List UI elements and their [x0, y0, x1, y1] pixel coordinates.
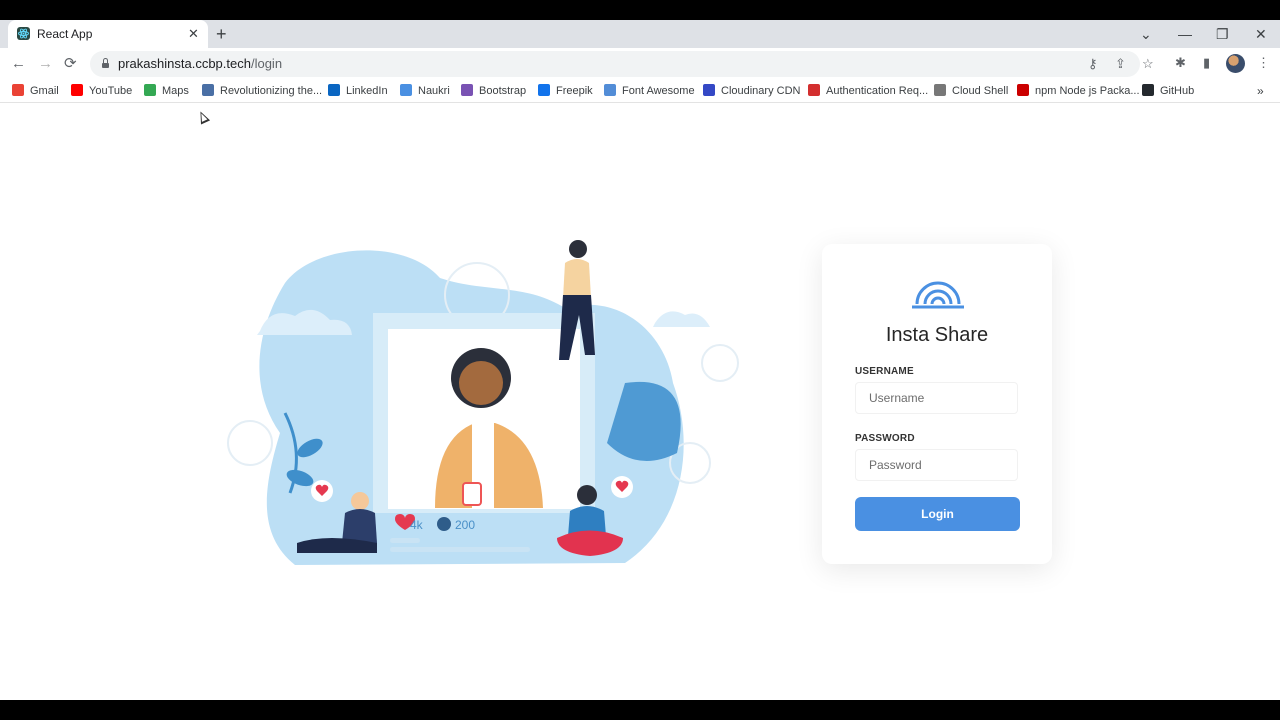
- extensions-icon[interactable]: ✱: [1175, 55, 1186, 71]
- bookmark-cloudinary[interactable]: Cloudinary CDN: [703, 84, 800, 97]
- app-title: Insta Share: [885, 324, 989, 346]
- naukri-icon: [400, 84, 412, 96]
- login-button[interactable]: Login: [855, 497, 1020, 531]
- minimize-icon[interactable]: —: [1178, 24, 1192, 44]
- username-label: USERNAME: [855, 366, 914, 377]
- screen-bottom-border: [0, 700, 1280, 720]
- browser-tab[interactable]: React App ✕: [8, 20, 208, 48]
- bookmark-linkedin[interactable]: LinkedIn: [328, 84, 388, 97]
- share-icon[interactable]: ⇪: [1115, 56, 1126, 72]
- bookmark-bootstrap[interactable]: Bootstrap: [461, 84, 526, 97]
- tab-title: React App: [37, 27, 93, 41]
- password-input[interactable]: [855, 449, 1018, 481]
- bookmark-freepik[interactable]: Freepik: [538, 84, 593, 97]
- npm-icon: [1017, 84, 1029, 96]
- address-bar[interactable]: prakashinsta.ccbp.tech/login ⚷ ⇪ ☆: [90, 51, 1154, 77]
- forward-icon[interactable]: →: [38, 55, 53, 73]
- login-card: Insta Share USERNAME PASSWORD Login: [822, 244, 1052, 564]
- login-page: 4k 200 Insta Share USERNAME PASSWORD Log…: [0, 103, 1280, 700]
- bookmark-revolutionizing[interactable]: Revolutionizing the...: [202, 84, 322, 97]
- maps-icon: [144, 84, 156, 96]
- key-icon[interactable]: ⚷: [1088, 56, 1098, 72]
- bookmark-github[interactable]: GitHub: [1142, 84, 1194, 97]
- react-favicon-icon: [17, 27, 30, 40]
- tab-strip: React App ✕ + ⌄ — ❐ ✕: [0, 20, 1280, 48]
- likes-count: 4k: [410, 518, 424, 532]
- comment-icon: [437, 517, 451, 531]
- bookmark-authentication[interactable]: Authentication Req...: [808, 84, 928, 97]
- freepik-icon: [538, 84, 550, 96]
- auth-icon: [808, 84, 820, 96]
- window-close-icon[interactable]: ✕: [1255, 24, 1267, 44]
- profile-avatar[interactable]: [1226, 54, 1245, 73]
- gmail-icon: [12, 84, 24, 96]
- url-text: prakashinsta.ccbp.tech/login: [118, 56, 283, 71]
- bookmark-star-icon[interactable]: ☆: [1142, 56, 1154, 72]
- browser-toolbar: ← → ⟳ prakashinsta.ccbp.tech/login ⚷ ⇪ ☆…: [0, 48, 1280, 80]
- bookmark-gmail[interactable]: Gmail: [12, 84, 59, 97]
- new-tab-button[interactable]: +: [216, 24, 227, 44]
- bookmark-naukri[interactable]: Naukri: [400, 84, 450, 97]
- screen-top-border: [0, 0, 1280, 20]
- bookmark-cloud-shell[interactable]: Cloud Shell: [934, 84, 1008, 97]
- reload-icon[interactable]: ⟳: [64, 55, 77, 73]
- tab-close-icon[interactable]: ✕: [188, 27, 199, 41]
- bookmark-font-awesome[interactable]: Font Awesome: [604, 84, 695, 97]
- browser-menu-icon[interactable]: ⋮: [1257, 55, 1270, 71]
- cloud-shell-icon: [934, 84, 946, 96]
- comments-count: 200: [455, 518, 475, 532]
- bootstrap-icon: [461, 84, 473, 96]
- side-panel-icon[interactable]: ▮: [1203, 55, 1210, 71]
- social-media-illustration: 4k 200: [227, 240, 739, 565]
- bookmark-maps[interactable]: Maps: [144, 84, 189, 97]
- github-icon: [1142, 84, 1154, 96]
- cloudinary-icon: [703, 84, 715, 96]
- bookmark-npm[interactable]: npm Node js Packa...: [1017, 84, 1140, 97]
- tab-search-icon[interactable]: ⌄: [1140, 24, 1152, 44]
- insta-share-logo-icon: [912, 281, 964, 309]
- flag-icon: [604, 84, 616, 96]
- back-icon[interactable]: ←: [11, 55, 26, 73]
- bookmarks-overflow-icon[interactable]: »: [1257, 84, 1264, 98]
- lock-icon: [102, 58, 109, 68]
- linkedin-icon: [328, 84, 340, 96]
- bookmark-youtube[interactable]: YouTube: [71, 84, 132, 97]
- restore-icon[interactable]: ❐: [1216, 24, 1229, 44]
- username-input[interactable]: [855, 382, 1018, 414]
- site-icon: [202, 84, 214, 96]
- password-label: PASSWORD: [855, 433, 915, 444]
- youtube-icon: [71, 84, 83, 96]
- bookmarks-bar: Gmail YouTube Maps Revolutionizing the..…: [0, 80, 1280, 103]
